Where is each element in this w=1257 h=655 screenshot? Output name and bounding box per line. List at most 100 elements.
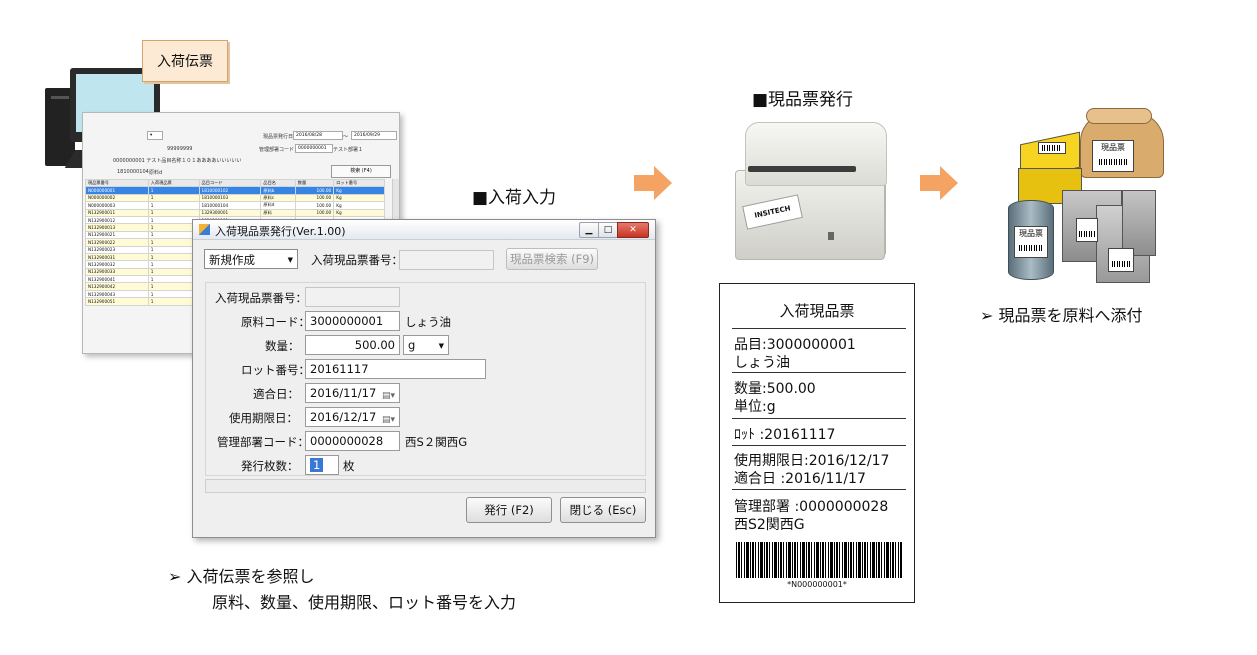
table-row[interactable]: N000000003 1 1810000104 原料d 100.00 Kg [85, 201, 385, 210]
dept-name: テスト部署１ [333, 147, 364, 153]
dialog-titlebar[interactable]: 入荷現品票発行(Ver.1.00) ▁ □ ✕ [193, 220, 655, 240]
table-cell: 100.00 [294, 201, 335, 210]
minimize-button[interactable]: ▁ [579, 222, 599, 238]
code-partial: 99999999 [167, 146, 193, 152]
ticket-divider [732, 328, 906, 329]
fit-date-picker[interactable]: 2016/11/17 ▤▾ [305, 383, 400, 403]
right-note: ➢ 現品票を原料へ添付 [980, 306, 1143, 325]
table-cell: 1 [147, 186, 200, 195]
dept-code-label: 管理部署コード： [217, 435, 309, 449]
table-row[interactable]: N000000002 1 1810000103 原料c 100.00 Kg [85, 193, 385, 203]
unit-select[interactable]: g ▼ [403, 335, 449, 355]
column-header[interactable]: ロット番号 [333, 178, 385, 188]
quantity-label: 数量： [265, 339, 300, 353]
table-cell: 1810000104 [198, 201, 262, 210]
chevron-down-icon: ▼ [287, 256, 293, 264]
table-cell: 1329300001 [198, 208, 262, 217]
quantity-field[interactable]: 500.00 [305, 335, 400, 355]
expiry-label: 使用期限日： [229, 411, 298, 425]
close-window-button[interactable]: ✕ [617, 222, 649, 238]
ticket-fit-line: 適合日 :2016/11/17 [734, 471, 866, 487]
ticket-expiry-line: 使用期限日:2016/12/17 [734, 453, 890, 469]
ticket-unit-line: 単位:g [734, 399, 776, 415]
slip-issue-dialog: 入荷現品票発行(Ver.1.00) ▁ □ ✕ 新規作成 ▼ 入荷現品票番号： … [192, 219, 656, 538]
entry-section-label: ■入荷入力 [472, 188, 557, 208]
slip-no-field[interactable] [399, 250, 494, 270]
dept-code-field[interactable]: 0000000001 [295, 144, 333, 153]
ticket-qty-line: 数量:500.00 [734, 381, 816, 397]
table-cell: Kg [333, 201, 385, 210]
list-search-button[interactable]: 検索 (F4) [331, 165, 391, 178]
inner-slip-no-field[interactable] [305, 287, 400, 307]
ticket-divider [732, 372, 906, 373]
dept-name: 西S２関西G [405, 435, 468, 449]
calendar-icon[interactable]: ▤▾ [382, 411, 395, 429]
column-header[interactable]: 数量 [294, 178, 335, 188]
combo-box[interactable]: ▾ [147, 131, 163, 140]
table-cell: 100.00 [294, 186, 335, 195]
table-cell: N132900031 [85, 252, 149, 262]
table-cell: 1810000103 [198, 193, 262, 203]
table-cell: N132900051 [85, 297, 149, 306]
issue-button[interactable]: 発行 (F2) [466, 497, 552, 523]
column-header[interactable]: 品目コード [198, 178, 262, 188]
ticket-divider [732, 445, 906, 446]
table-cell: N132900021 [85, 230, 149, 240]
left-note-line1: ➢ 入荷伝票を参照し [168, 567, 315, 586]
range-separator: ～ [343, 134, 349, 140]
table-cell: N132900032 [85, 260, 149, 269]
stock-label-ticket: 入荷現品票 品目:3000000001 しょう油 数量:500.00 単位:g … [719, 283, 915, 603]
column-header[interactable]: 現品票番号 [85, 178, 149, 188]
dept-code-field[interactable]: 0000000028 [305, 431, 400, 451]
item-row-b-code: 1810000104 [117, 169, 149, 175]
issue-section-label: ■現品票発行 [752, 90, 854, 110]
material-name: しょう油 [405, 315, 451, 329]
table-cell: 原料d [260, 201, 296, 210]
expiry-date-picker[interactable]: 2016/12/17 ▤▾ [305, 407, 400, 427]
mode-select-value: 新規作成 [209, 253, 255, 267]
mini-barcode [1079, 231, 1095, 237]
app-icon [199, 224, 210, 235]
table-row[interactable]: N000000001 1 1810000102 原料b 100.00 Kg [85, 186, 385, 195]
ticket-lot-line: ﾛｯﾄ :20161117 [734, 427, 836, 443]
item-row-a: 0000000001 テスト品目名称１０１ああああいいいいい [113, 158, 242, 164]
sack-top [1086, 108, 1152, 124]
table-cell: 1 [147, 201, 200, 210]
inner-slip-no-label: 入荷現品票番号： [215, 291, 307, 305]
table-cell: 1 [147, 208, 200, 217]
close-button[interactable]: 閉じる (Esc) [560, 497, 646, 523]
tag-label-text: 現品票 [1019, 229, 1043, 238]
issue-date-from[interactable]: 2016/08/28 [293, 131, 343, 140]
slip-search-button[interactable]: 現品票検索 (F9) [506, 248, 598, 270]
ticket-item-name: しょう油 [734, 355, 790, 371]
copies-value: 1 [310, 458, 324, 472]
table-cell: Kg [333, 208, 385, 217]
printer-slot [748, 166, 856, 172]
printer-cover [745, 122, 887, 186]
table-cell: Kg [333, 193, 385, 203]
table-cell: N132900011 [85, 208, 149, 217]
material-code-field[interactable]: 3000000001 [305, 311, 400, 331]
mini-barcode [1112, 261, 1130, 267]
table-cell: N132900043 [85, 289, 149, 299]
chevron-down-icon: ▼ [438, 342, 444, 350]
mode-select[interactable]: 新規作成 ▼ [204, 249, 298, 269]
table-cell: 100.00 [294, 193, 335, 203]
grey-box-tag [1076, 218, 1098, 242]
table-cell: N000000003 [85, 201, 149, 210]
ticket-dept-name-line: 西S2関西G [734, 517, 805, 533]
copies-field[interactable]: 1 [305, 455, 339, 475]
column-header[interactable]: 入荷現品票 [147, 178, 200, 188]
table-cell: N132900033 [85, 267, 149, 277]
maximize-button[interactable]: □ [598, 222, 618, 238]
column-header[interactable]: 品目名 [260, 178, 296, 188]
table-cell: N132900042 [85, 282, 149, 291]
table-row[interactable]: N132900011 1 1329300001 原料 100.00 Kg [85, 208, 385, 217]
grey-box-illustration [1122, 190, 1156, 256]
calendar-icon[interactable]: ▤▾ [382, 387, 395, 405]
fit-date-label: 適合日： [253, 387, 299, 401]
issue-date-to[interactable]: 2016/09/29 [351, 131, 397, 140]
lot-field[interactable]: 20161117 [305, 359, 486, 379]
material-code-label: 原料コード： [241, 315, 310, 329]
table-cell: 1810000102 [198, 186, 262, 195]
